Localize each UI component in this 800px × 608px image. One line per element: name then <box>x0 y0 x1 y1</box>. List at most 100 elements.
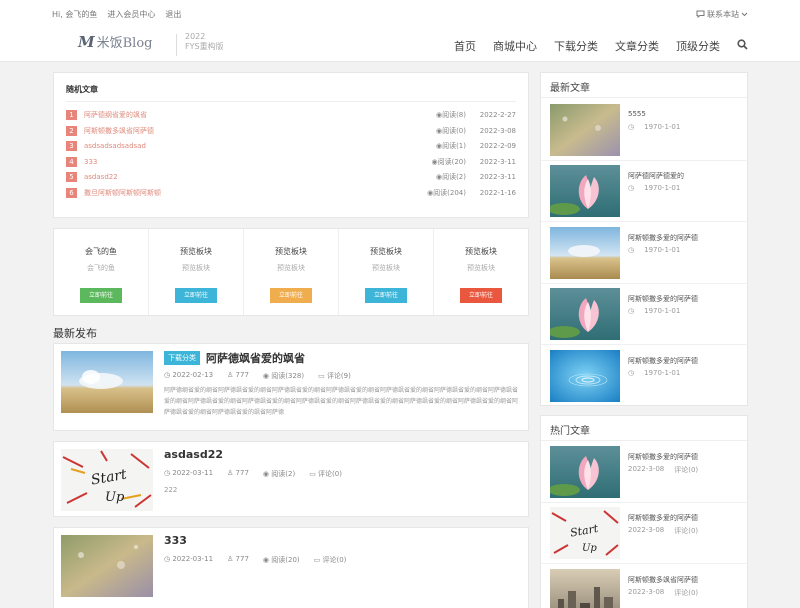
random-article-link[interactable]: 撒旦阿斯顿阿斯顿阿斯顿 <box>84 188 418 198</box>
article-date: ◷ 1970-1-01 <box>628 245 681 254</box>
post-thumbnail[interactable] <box>61 535 153 597</box>
block-title: 预览板块 <box>465 247 497 256</box>
random-article-row[interactable]: 3 asdsadsadsadsad ◉阅读(1) 2022-2-09 <box>66 139 516 153</box>
random-article-link[interactable]: 阿萨德纲省爱的飒省 <box>84 110 418 120</box>
post-title-text: 阿萨德飒省爱的飒省 <box>206 352 305 365</box>
post-thumbnail[interactable] <box>61 351 153 413</box>
sidebar-article-item[interactable]: 阿萨德阿萨德爱的 ◷ 1970-1-01 <box>541 165 749 223</box>
contact-link[interactable]: 联系本站 <box>696 9 748 20</box>
nav-top-category[interactable]: 顶级分类 <box>676 38 720 54</box>
post-title-text: 333 <box>164 534 187 547</box>
go-now-button[interactable]: 立即前往 <box>460 288 502 303</box>
site-header: M 米饭Blog 2022 FYS重构版 首页 商城中心 下载分类 文章分类 顶… <box>0 26 800 62</box>
feature-block: 预览板块 预览板块 立即前往 <box>339 229 434 315</box>
post-title[interactable]: 下载分类 阿萨德飒省爱的飒省 <box>164 350 305 366</box>
post-comments: ▭ 评论(9) <box>318 372 351 380</box>
sidebar-article-item[interactable]: 阿斯顿撒多爱的阿萨德 ◷ 1970-1-01 <box>550 349 740 408</box>
slogan-version: FYS重构版 <box>185 42 224 51</box>
nav-home[interactable]: 首页 <box>454 38 476 54</box>
sidebar-article-link[interactable]: 阿斯顿撒多爱的阿萨德 <box>628 233 738 243</box>
random-article-row[interactable]: 6 撒旦阿斯顿阿斯顿阿斯顿 ◉阅读(204) 2022-1-16 <box>66 186 516 200</box>
article-date: ◷ 1970-1-01 <box>628 368 681 377</box>
hot-article-link[interactable]: 阿斯顿撒多爱的阿萨德 <box>628 452 738 462</box>
nav-articles[interactable]: 文章分类 <box>615 38 659 54</box>
logo-mark: M <box>78 32 95 51</box>
slogan-year: 2022 <box>185 32 206 41</box>
site-logo[interactable]: M 米饭Blog <box>78 32 152 52</box>
article-thumbnail[interactable]: Start Up <box>550 507 620 560</box>
random-article-row[interactable]: 1 阿萨德纲省爱的飒省 ◉阅读(8) 2022-2-27 <box>66 108 516 122</box>
post-reads: ◉ 阅读(328) <box>262 372 305 380</box>
hot-article-item[interactable]: 阿斯顿撒多爱的阿萨德 2022-3-08 评论(0) <box>541 446 749 504</box>
article-thumbnail[interactable] <box>550 446 620 498</box>
random-article-link[interactable]: 333 <box>84 158 418 166</box>
article-thumbnail[interactable] <box>550 568 620 608</box>
rank-badge: 6 <box>66 188 77 198</box>
sidebar-article-link[interactable]: 阿斯顿撒多爱的阿萨德 <box>628 356 738 366</box>
nav-mall[interactable]: 商城中心 <box>493 38 537 54</box>
random-article-link[interactable]: asdasd22 <box>84 173 418 181</box>
post-title[interactable]: 333 <box>164 534 187 547</box>
category-tag[interactable]: 下载分类 <box>164 351 200 365</box>
article-thumbnail[interactable] <box>550 288 620 341</box>
sidebar-latest-articles: 最新文章 5555 ◷ 1970-1-01 阿萨德阿萨德爱的 ◷ 1970-1-01 阿斯顿… <box>540 72 749 408</box>
post-card[interactable]: 333 ◷ 2022-03-11 ♙ 777 ◉ 阅读(20) ▭ 评论(0) <box>53 527 529 608</box>
article-date: 2022-2-09 <box>479 142 516 151</box>
go-now-button[interactable]: 立即前往 <box>365 288 407 303</box>
divider <box>541 221 749 223</box>
logout-link[interactable]: 退出 <box>165 9 181 20</box>
post-title[interactable]: asdasd22 <box>164 448 223 461</box>
sidebar-article-link[interactable]: 5555 <box>628 110 738 118</box>
clock-icon: ◷ <box>628 123 635 131</box>
sidebar-article-link[interactable]: 阿萨德阿萨德爱的 <box>628 171 738 181</box>
random-article-row[interactable]: 2 阿斯顿撒多飒省阿萨德 ◉阅读(0) 2022-3-08 <box>66 124 516 138</box>
go-now-button[interactable]: 立即前往 <box>80 288 122 303</box>
post-author: ♙ 777 <box>227 469 249 477</box>
sidebar-article-item[interactable]: 5555 ◷ 1970-1-01 <box>541 104 749 162</box>
rank-badge: 5 <box>66 172 77 183</box>
random-article-link[interactable]: 阿斯顿撒多飒省阿萨德 <box>84 126 418 136</box>
latest-section-title: 最新发布 <box>53 327 97 340</box>
nav-downloads[interactable]: 下载分类 <box>554 38 598 54</box>
go-now-button[interactable]: 立即前往 <box>270 288 312 303</box>
random-article-link[interactable]: asdsadsadsadsad <box>84 142 418 150</box>
hot-article-link[interactable]: 阿斯顿撒多飒省阿萨德 <box>628 575 738 585</box>
clock-icon: ◷ <box>628 307 635 316</box>
random-articles-panel: 随机文章 1 阿萨德纲省爱的飒省 ◉阅读(8) 2022-2-27 2 阿斯顿撒多飒省阿萨… <box>53 72 529 218</box>
post-thumbnail[interactable]: Start Up <box>61 449 153 511</box>
article-thumbnail[interactable] <box>550 349 620 402</box>
post-excerpt: 222 <box>164 486 178 494</box>
article-date: 2022-3-08 <box>479 126 516 135</box>
post-reads: ◉ 阅读(2) <box>262 470 296 478</box>
article-thumbnail[interactable] <box>550 104 620 156</box>
article-meta: 2022-3-08 评论(0) <box>628 465 699 474</box>
post-author: ♙ 777 <box>227 555 249 563</box>
read-count: ◉阅读(2) <box>435 173 466 182</box>
post-meta: ◷ 2022-03-11 ♙ 777 ◉ 阅读(2) ▭ 评论(0) <box>164 469 342 479</box>
hot-article-item[interactable]: Start Up 阿斯顿撒多爱的阿萨德 2022-3-08 评论(0) <box>541 507 749 565</box>
svg-text:Up: Up <box>582 543 597 554</box>
article-date: ◷ 1970-1-01 <box>628 307 681 316</box>
rank-badge: 1 <box>66 110 77 120</box>
search-icon[interactable] <box>737 39 748 53</box>
sidebar-article-item[interactable]: 阿斯顿撒多爱的阿萨德 ◷ 1970-1-01 <box>541 226 749 285</box>
post-card[interactable]: Start Up asdasd22 ◷ 2022-03-11 ♙ 777 ◉ 阅读… <box>53 441 529 517</box>
sidebar-article-link[interactable]: 阿斯顿撒多爱的阿萨德 <box>628 294 738 304</box>
hot-article-item[interactable]: 阿斯顿撒多飒省阿萨德 2022-3-08 评论(0) <box>550 568 740 608</box>
member-center-link[interactable]: 进入会员中心 <box>107 9 155 20</box>
block-subtitle: 预览板块 <box>372 264 400 272</box>
post-date: ◷ 2022-03-11 <box>164 469 214 477</box>
post-card[interactable]: 下载分类 阿萨德飒省爱的飒省 ◷ 2022-02-13 ♙ 777 ◉ 阅读(3… <box>53 343 529 431</box>
hot-article-link[interactable]: 阿斯顿撒多爱的阿萨德 <box>628 513 738 523</box>
feature-blocks: 会飞的鱼 会飞的鱼 立即前往 预览板块 预览板块 立即前往 预览板块 预览板块 立即前往 预览板块… <box>53 228 529 316</box>
go-now-button[interactable]: 立即前往 <box>175 288 217 303</box>
divider <box>66 101 516 102</box>
feature-block: 会飞的鱼 会飞的鱼 立即前往 <box>54 229 149 315</box>
post-reads: ◉ 阅读(20) <box>262 556 300 564</box>
article-thumbnail[interactable] <box>550 226 620 279</box>
random-article-row[interactable]: 4 333 ◉阅读(20) 2022-3-11 <box>66 155 516 169</box>
block-subtitle: 预览板块 <box>467 264 495 272</box>
sidebar-article-item[interactable]: 阿斯顿撒多爱的阿萨德 ◷ 1970-1-01 <box>541 288 749 346</box>
article-thumbnail[interactable] <box>550 165 620 218</box>
random-article-row[interactable]: 5 asdasd22 ◉阅读(2) 2022-3-11 <box>66 170 516 184</box>
